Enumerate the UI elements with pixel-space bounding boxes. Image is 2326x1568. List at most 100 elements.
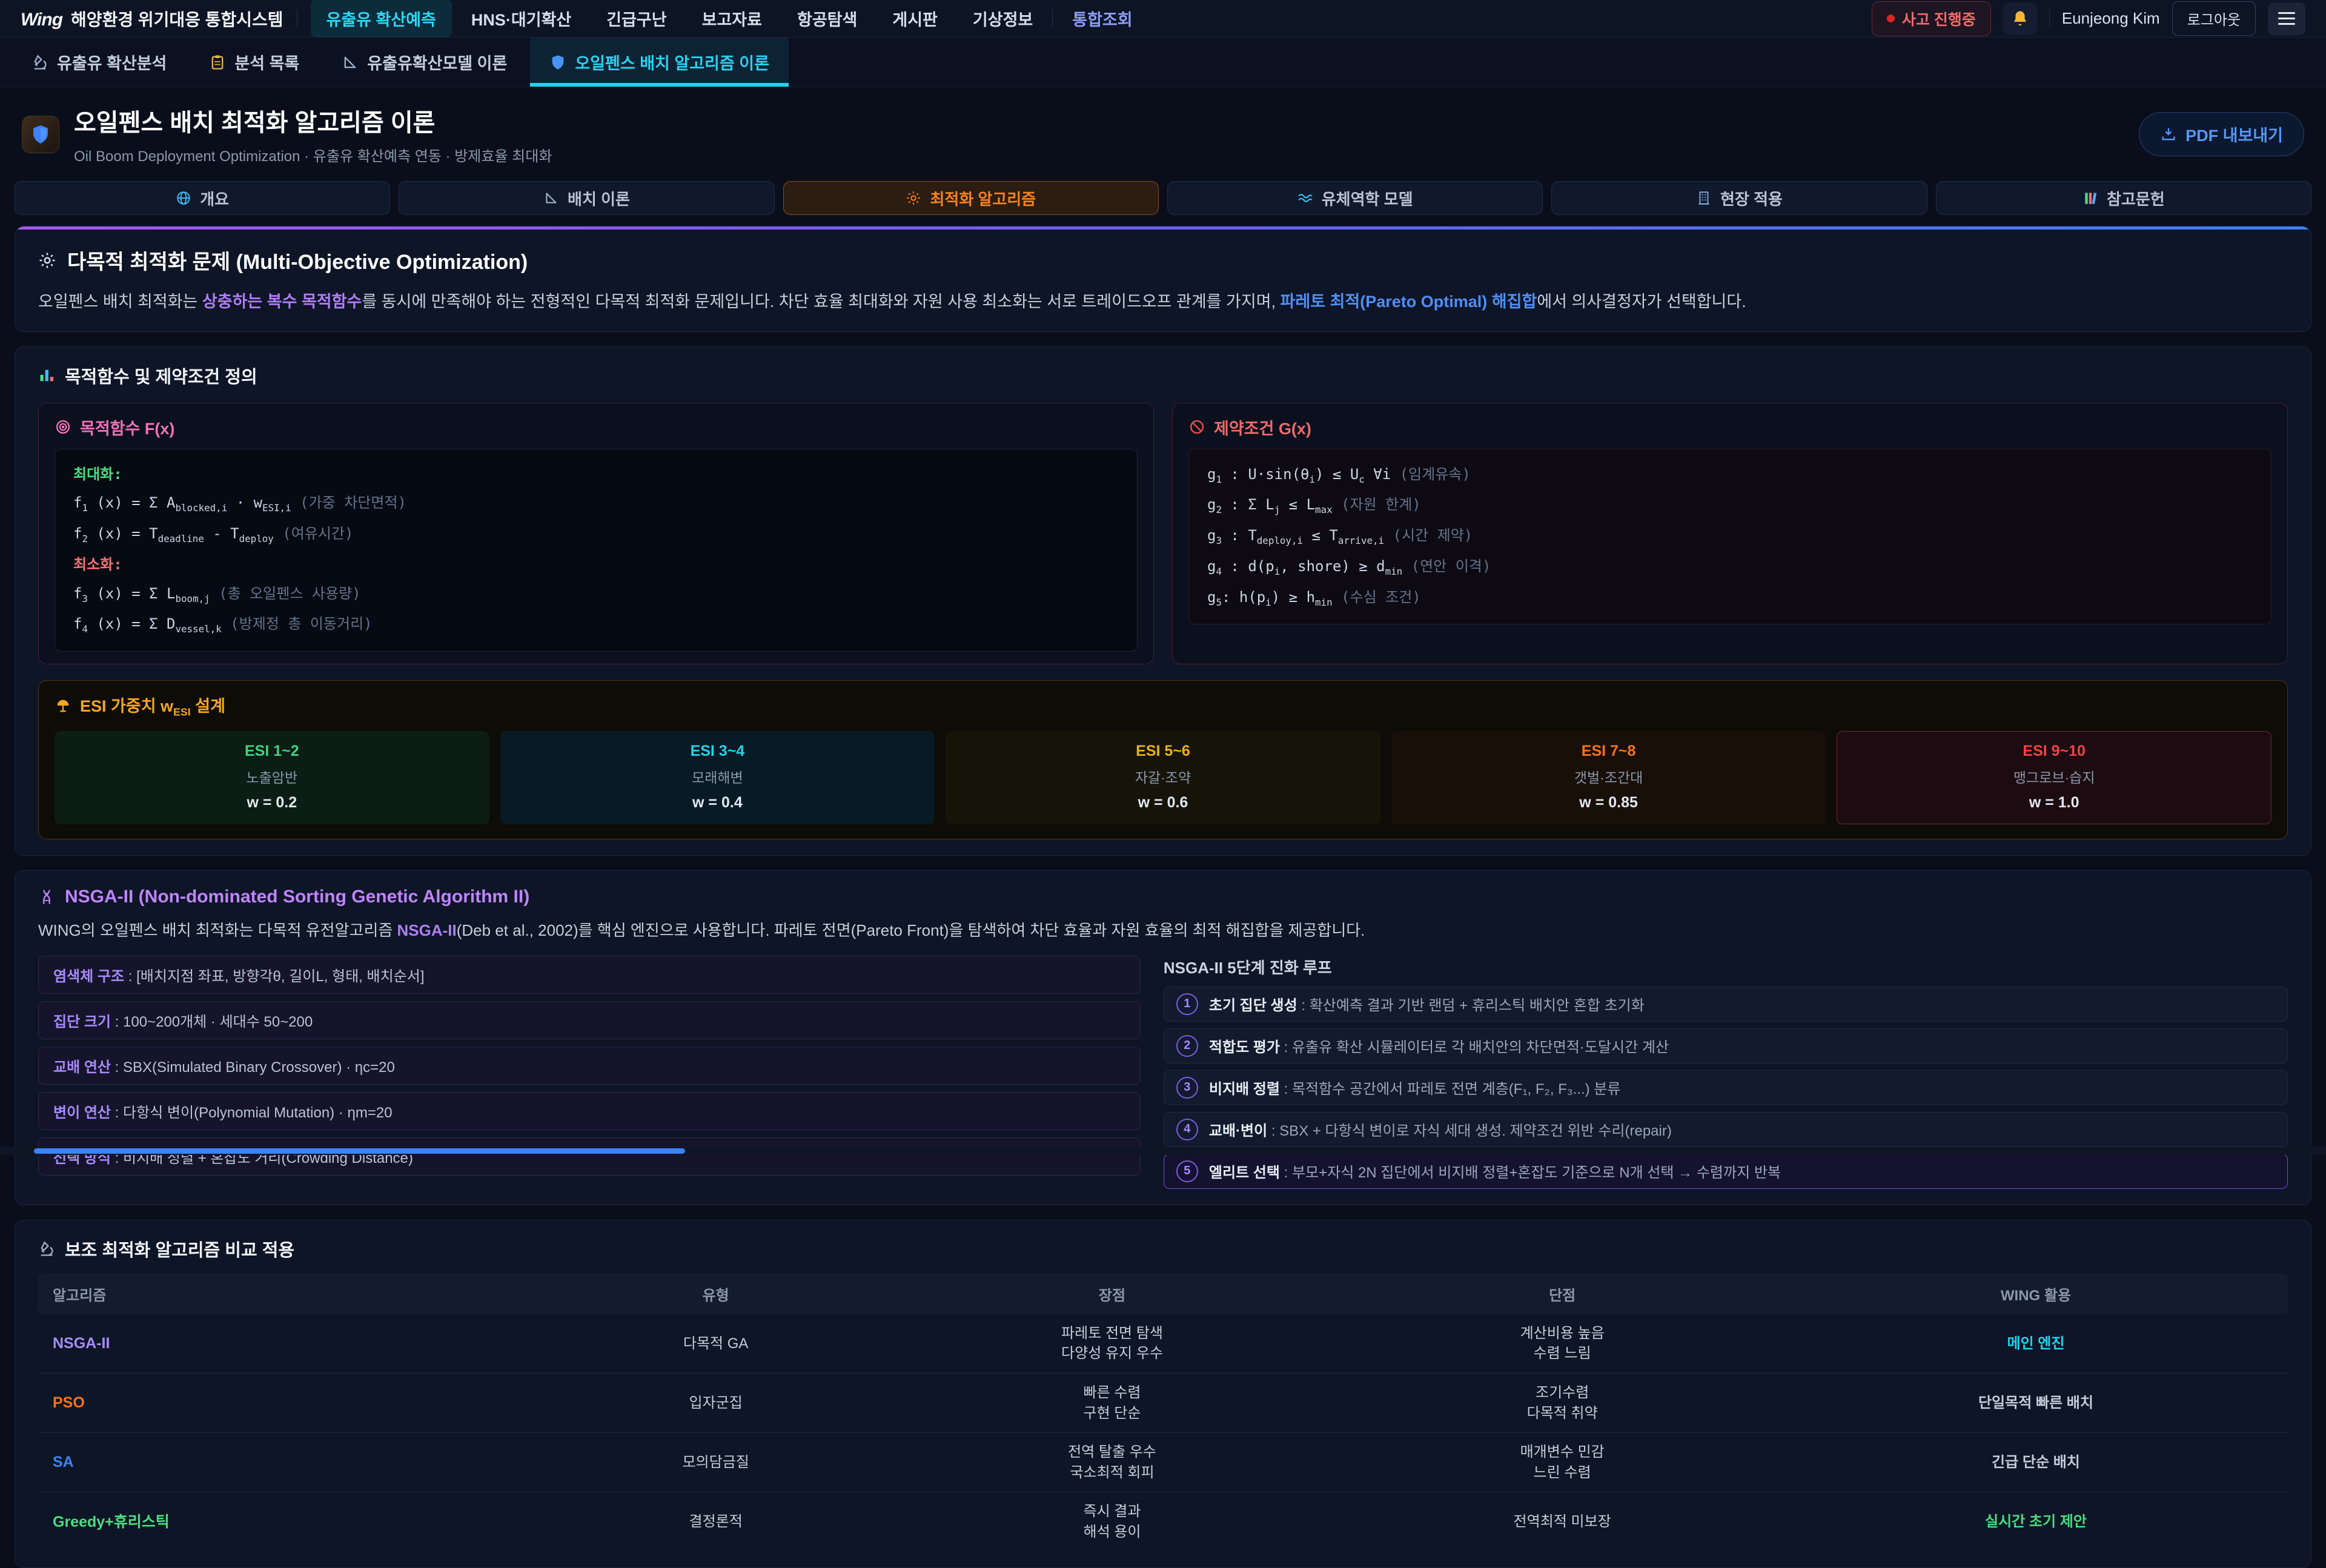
- nav-item-rescue[interactable]: 긴급구난: [591, 0, 682, 38]
- algo-type: 모의담금질: [548, 1433, 884, 1492]
- esi-weight: w = 0.85: [1398, 794, 1820, 812]
- tab-hydrodynamics-model[interactable]: 유체역학 모델: [1167, 181, 1543, 215]
- tab-label: 배치 이론: [568, 187, 630, 210]
- scrollbar-thumb[interactable]: [34, 1148, 685, 1154]
- logo-mark: Wing: [21, 10, 62, 30]
- algo-wing-usage: 실시간 초기 제안: [1784, 1492, 2288, 1552]
- algo-name: SA: [38, 1433, 548, 1492]
- esi-card-3-4: ESI 3~4 모래해변 w = 0.4: [500, 731, 935, 824]
- nav-item-reports[interactable]: 보고자료: [686, 0, 778, 38]
- algo-wing-usage: 메인 엔진: [1784, 1314, 2288, 1374]
- tab-references[interactable]: 참고문헌: [1936, 181, 2311, 215]
- algo-pros: 파레토 전면 탐색 다양성 유지 우수: [884, 1314, 1341, 1374]
- algo-cons: 매개변수 민감 느린 수렴: [1340, 1433, 1784, 1492]
- nav-item-integrated-search[interactable]: 통합조회: [1056, 0, 1148, 38]
- tab-overview[interactable]: 개요: [15, 181, 390, 215]
- esi-label: 갯벌·조간대: [1398, 766, 1820, 787]
- col-pros: 장점: [884, 1274, 1341, 1314]
- tab-label: 최적화 알고리즘: [930, 187, 1036, 210]
- esi-weight-section: ESI 가중치 wESI 설계 ESI 1~2 노출암반 w = 0.2 ESI…: [38, 680, 2288, 839]
- tab-deployment-theory[interactable]: 배치 이론: [399, 181, 774, 215]
- subtab-spill-analysis[interactable]: 유출유 확산분석: [12, 38, 186, 87]
- esi-section-header: ESI 가중치 wESI 설계: [55, 693, 2271, 718]
- nav-item-aerial-search[interactable]: 항공탐색: [781, 0, 873, 38]
- tab-optimization-algorithm[interactable]: 최적화 알고리즘: [783, 181, 1159, 215]
- esi-card-grid: ESI 1~2 노출암반 w = 0.2 ESI 3~4 모래해변 w = 0.…: [55, 731, 2271, 824]
- subtab-analysis-list[interactable]: 분석 목록: [190, 38, 319, 87]
- section-title-multi-objective: 다목적 최적화 문제 (Multi-Objective Optimization…: [38, 245, 2288, 275]
- step-number: 5: [1176, 1160, 1198, 1182]
- definitions-title: 목적함수 및 제약조건 정의: [38, 363, 2288, 388]
- building-icon: [1696, 190, 1712, 206]
- esi-weight: w = 0.2: [61, 794, 483, 812]
- objective-panel-title: 목적함수 F(x): [80, 415, 174, 439]
- algo-pros: 빠른 수렴 구현 단순: [884, 1374, 1341, 1433]
- definitions-section: 목적함수 및 제약조건 정의 목적함수 F(x) 최대화:f1 (x) = Σ …: [15, 346, 2311, 856]
- param-row-selection: 선택 방식 : 비지배 정렬 + 혼잡도 거리(Crowding Distanc…: [38, 1137, 1141, 1176]
- step-row-2: 2 적합도 평가 : 유출유 확산 시뮬레이터로 각 배치안의 차단면적·도달시…: [1164, 1028, 2288, 1064]
- esi-section-title: ESI 가중치 wESI 설계: [80, 693, 225, 718]
- col-algorithm: 알고리즘: [38, 1274, 548, 1314]
- nsga-title: NSGA-II (Non-dominated Sorting Genetic A…: [38, 887, 2288, 907]
- nsga-title-text: NSGA-II (Non-dominated Sorting Genetic A…: [65, 887, 529, 907]
- clipboard-icon: [209, 54, 226, 71]
- constraints-panel: 제약조건 G(x) g1 : U·sin(θi) ≤ Uc ∀i (임계유속)g…: [1172, 403, 2288, 665]
- page-shield-icon: [22, 116, 59, 153]
- param-label: 염색체 구조: [53, 968, 124, 985]
- tab-label: 개요: [200, 187, 229, 210]
- subtab-boom-algorithm-theory[interactable]: 오일펜스 배치 알고리즘 이론: [530, 38, 789, 87]
- algo-pros: 즉시 결과 해석 용이: [884, 1492, 1341, 1552]
- esi-card-9-10: ESI 9~10 맹그로브·습지 w = 1.0: [1837, 731, 2271, 824]
- subtab-diffusion-model-theory[interactable]: 유출유확산모델 이론: [322, 38, 526, 87]
- globe-icon: [176, 190, 191, 206]
- section-title-text: 다목적 최적화 문제 (Multi-Objective Optimization…: [67, 245, 528, 275]
- step-desc: : 확산예측 결과 기반 랜덤 + 휴리스틱 배치안 혼합 초기화: [1297, 997, 1645, 1014]
- dna-icon: [38, 888, 55, 905]
- horizontal-scrollbar: [0, 1147, 2326, 1155]
- step-desc: : 목적함수 공간에서 파레토 전면 계층(F₁, F₂, F₃...) 분류: [1280, 1081, 1621, 1097]
- download-icon: [2160, 126, 2177, 143]
- app-logo[interactable]: Wing 해양환경 위기대응 통합시스템: [21, 7, 283, 31]
- topbar-right: 사고 진행중 Eunjeong Kim 로그아웃: [1872, 1, 2305, 36]
- esi-weight: w = 1.0: [1843, 794, 2265, 812]
- hamburger-menu-button[interactable]: [2268, 2, 2305, 35]
- nav-item-oil-spill-prediction[interactable]: 유출유 확산예측: [311, 0, 452, 38]
- nav-item-board[interactable]: 게시판: [876, 0, 953, 38]
- pdf-export-button[interactable]: PDF 내보내기: [2139, 112, 2304, 156]
- page-title: 오일펜스 배치 최적화 알고리즘 이론: [74, 103, 552, 138]
- step-row-5: 5 엘리트 선택 : 부모+자식 2N 집단에서 비지배 정렬+혼잡도 기준으로…: [1164, 1154, 2288, 1189]
- logout-button[interactable]: 로그아웃: [2172, 1, 2256, 36]
- target-icon: [55, 418, 71, 435]
- algo-cons: 전역최적 미보장: [1340, 1492, 1784, 1552]
- step-label: 비지배 정렬: [1209, 1081, 1280, 1097]
- step-number: 4: [1176, 1119, 1198, 1140]
- incident-status-badge[interactable]: 사고 진행중: [1872, 1, 1991, 36]
- tab-label: 유체역학 모델: [1322, 187, 1413, 210]
- tab-label: 현장 적용: [1720, 187, 1783, 210]
- param-row-crossover: 교배 연산 : SBX(Simulated Binary Crossover) …: [38, 1047, 1141, 1085]
- page-header: 오일펜스 배치 최적화 알고리즘 이론 Oil Boom Deployment …: [0, 87, 2326, 176]
- subtab-label: 분석 목록: [234, 50, 299, 74]
- nav-item-hns[interactable]: HNS·대기확산: [456, 0, 587, 38]
- nav-item-weather[interactable]: 기상정보: [957, 0, 1049, 38]
- param-value: : 100~200개체 · 세대수 50~200: [111, 1014, 313, 1030]
- algo-type: 다목적 GA: [548, 1314, 884, 1374]
- step-row-3: 3 비지배 정렬 : 목적함수 공간에서 파레토 전면 계층(F₁, F₂, F…: [1164, 1070, 2288, 1105]
- notifications-button[interactable]: [2003, 2, 2037, 35]
- algorithm-comparison-table: 알고리즘 유형 장점 단점 WING 활용 NSGA-II 다목적 GA 파레토…: [38, 1274, 2288, 1552]
- esi-card-5-6: ESI 5~6 자갈·조약 w = 0.6: [946, 731, 1380, 824]
- no-entry-icon: [1188, 418, 1205, 435]
- step-number: 2: [1176, 1035, 1198, 1057]
- param-row-chromosome: 염색체 구조 : [배치지점 좌표, 방향각θ, 길이L, 형태, 배치순서]: [38, 956, 1141, 994]
- step-row-1: 1 초기 집단 생성 : 확산예측 결과 기반 랜덤 + 휴리스틱 배치안 혼합…: [1164, 987, 2288, 1022]
- subtab-label: 유출유확산모델 이론: [367, 50, 507, 74]
- nsga-parameter-list: 염색체 구조 : [배치지점 좌표, 방향각θ, 길이L, 형태, 배치순서] …: [38, 956, 1141, 1176]
- param-value: : [배치지점 좌표, 방향각θ, 길이L, 형태, 배치순서]: [124, 968, 424, 985]
- step-desc: : SBX + 다항식 변이로 자식 세대 생성. 제약조건 위반 수리(rep…: [1267, 1123, 1672, 1139]
- tab-field-application[interactable]: 현장 적용: [1551, 181, 1927, 215]
- topbar: Wing 해양환경 위기대응 통합시스템 유출유 확산예측 HNS·대기확산 긴…: [0, 0, 2326, 38]
- step-number: 1: [1176, 993, 1198, 1015]
- esi-range: ESI 5~6: [952, 743, 1374, 760]
- user-name: Eunjeong Kim: [2062, 9, 2160, 28]
- gear-icon: [906, 190, 921, 206]
